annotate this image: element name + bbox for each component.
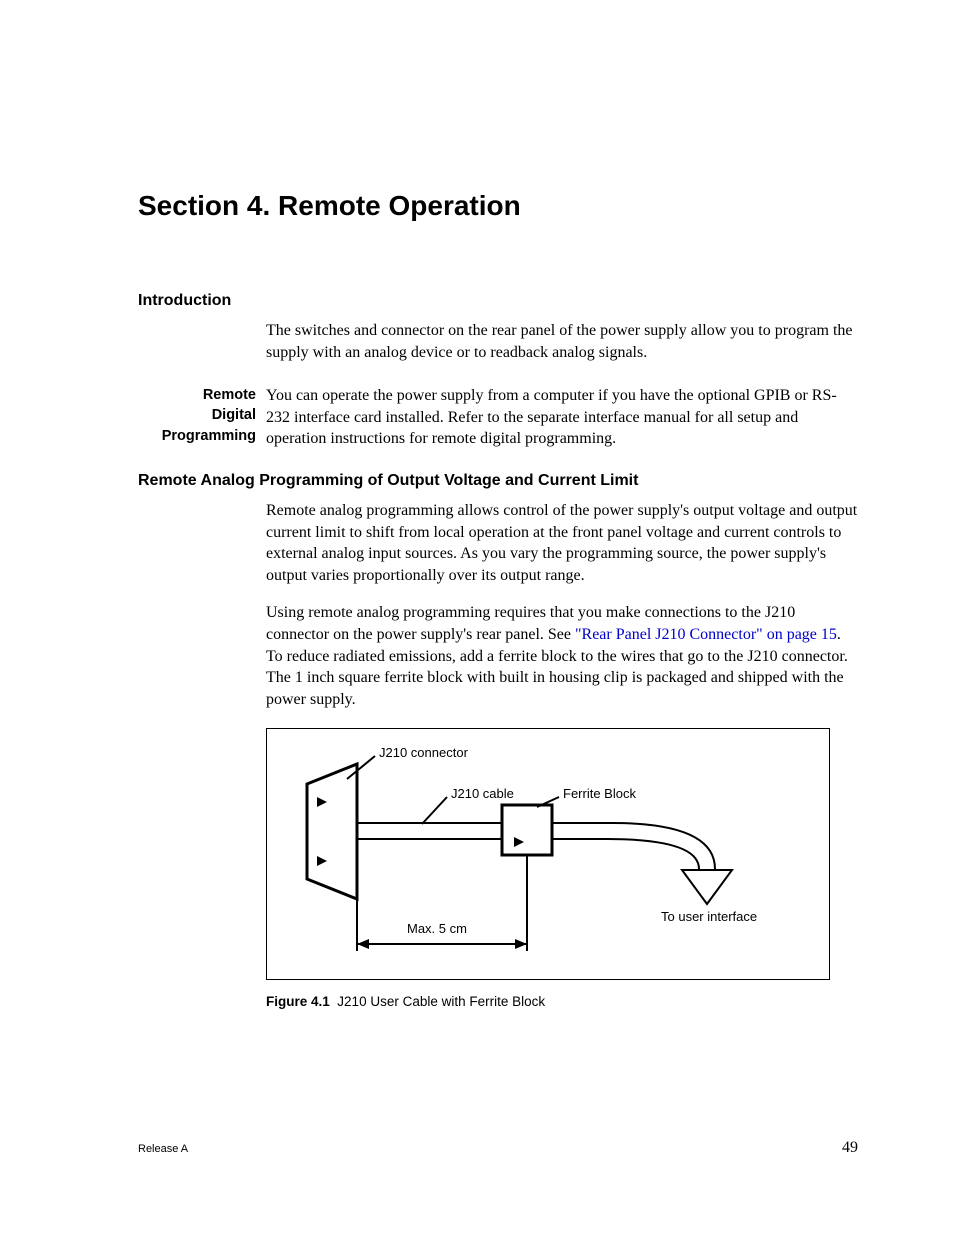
remote-analog-heading: Remote Analog Programming of Output Volt… (138, 472, 858, 490)
remote-digital-text: You can operate the power supply from a … (266, 385, 858, 450)
remote-analog-p1: Remote analog programming allows control… (266, 500, 858, 586)
figure-caption: Figure 4.1 J210 User Cable with Ferrite … (266, 994, 858, 1009)
label-max-5cm: Max. 5 cm (407, 921, 467, 936)
remote-digital-label: Remote Digital Programming (138, 385, 266, 450)
figure-diagram: J210 connector J210 cable Ferrite Block … (266, 728, 830, 980)
rear-panel-link[interactable]: "Rear Panel J210 Connector" on page 15 (575, 626, 837, 643)
label-j210-connector: J210 connector (379, 745, 468, 760)
intro-text: The switches and connector on the rear p… (266, 320, 858, 363)
label-j210-cable: J210 cable (451, 786, 514, 801)
footer-release: Release A (138, 1143, 188, 1155)
footer-page-number: 49 (842, 1139, 858, 1157)
remote-analog-p2: Using remote analog programming requires… (266, 602, 858, 710)
section-title: Section 4. Remote Operation (138, 190, 858, 222)
intro-heading: Introduction (138, 292, 858, 310)
label-ferrite-block: Ferrite Block (563, 786, 636, 801)
label-user-interface: To user interface (661, 909, 757, 924)
